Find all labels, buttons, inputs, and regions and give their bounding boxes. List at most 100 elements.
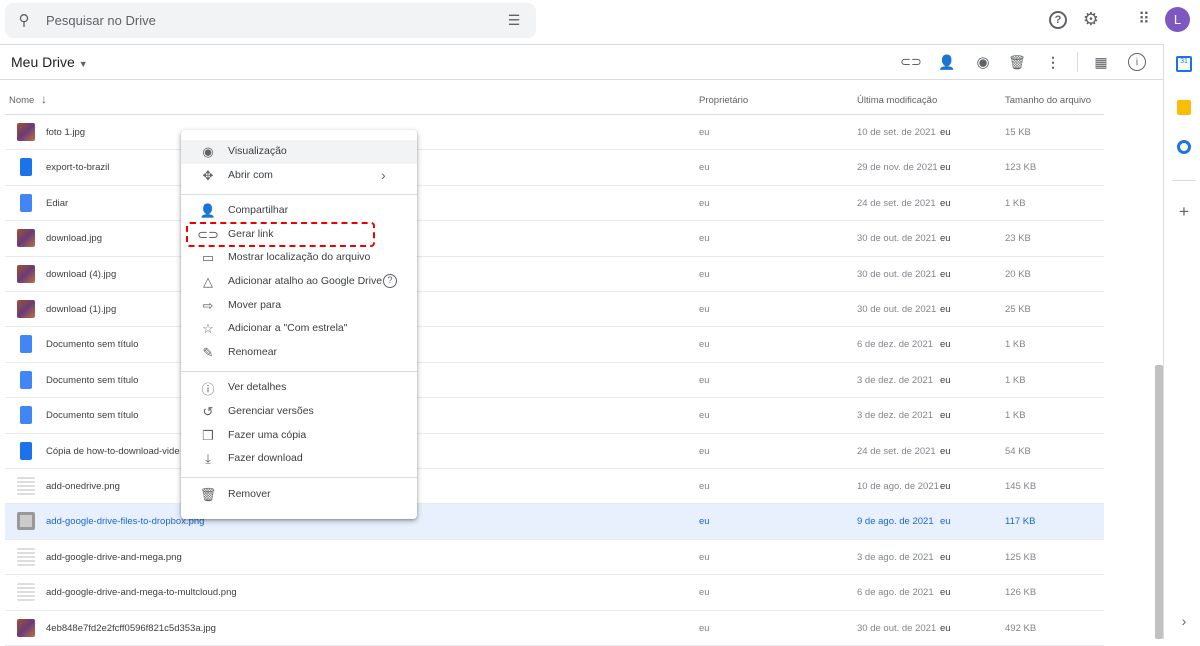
eye-icon: ◉ [202,144,214,159]
file-modified-by: eu [940,268,951,280]
more-vert-icon[interactable]: ⋮ [1044,53,1062,71]
image-thumbnail-icon [17,512,35,531]
keep-icon[interactable] [1177,100,1191,115]
file-owner: eu [699,127,710,138]
menu-item-add-person[interactable]: 👤 Compartilhar [181,199,417,223]
file-size: 15 KB [1005,127,1031,138]
column-header-size[interactable]: Tamanho do arquivo [1005,95,1091,106]
file-name: Documento sem título [46,339,139,351]
column-header-name[interactable]: Nome [9,95,34,106]
menu-divider [181,371,417,372]
file-row[interactable]: add-google-drive-and-mega-to-multcloud.p… [5,575,1104,611]
file-modified: 24 de set. de 2021 [857,445,936,457]
settings-icon[interactable]: ⚙ [1081,9,1101,29]
file-modified-by: eu [940,516,951,528]
grid-view-icon[interactable]: ▦ [1092,53,1110,71]
divider [0,44,1163,45]
image-thumbnail-icon [17,229,35,248]
file-row[interactable]: Cópia de how-to-download-vide eu 24 de s… [5,434,1104,469]
menu-item-history[interactable]: ↺ Gerenciar versões [181,400,417,424]
menu-item-folder[interactable]: ▭ Mostrar localização do arquivo [181,246,417,270]
file-size: 25 KB [1005,304,1031,315]
file-modified-by: eu [940,339,951,351]
menu-item-download[interactable]: ⤓ Fazer download [181,447,417,471]
menu-item-move-arrows[interactable]: ✥ Abrir com › [181,164,417,188]
file-row[interactable]: download (4).jpg eu 30 de out. de 2021 e… [5,257,1104,292]
menu-item-label: Adicionar atalho ao Google Drive [228,275,383,287]
menu-item-pencil[interactable]: ✎ Renomear [181,341,417,365]
scrollbar[interactable] [1155,365,1163,639]
info-icon[interactable]: i [1128,53,1146,71]
file-modified-by: eu [940,374,951,386]
file-row[interactable]: add-google-drive-files-to-dropbox.png eu… [5,504,1104,540]
preview-icon[interactable]: ◉ [974,53,992,71]
file-row[interactable]: Documento sem título eu 3 de dez. de 202… [5,398,1104,434]
file-owner: eu [699,339,710,351]
menu-item-label: Compartilhar [228,204,289,216]
trash-icon[interactable]: 🗑 [1008,53,1026,71]
menu-item-label: Remover [228,488,271,500]
file-modified-by: eu [940,127,951,138]
file-owner: eu [699,233,710,245]
file-modified: 30 de out. de 2021 [857,622,937,634]
search-input[interactable]: Pesquisar no Drive [46,13,156,28]
file-row[interactable]: Ediar eu 24 de set. de 2021 eu 1 KB [5,186,1104,222]
file-row[interactable]: download (1).jpg eu 30 de out. de 2021 e… [5,292,1104,328]
tasks-icon[interactable] [1177,140,1191,154]
file-row[interactable]: export-to-brazil eu 29 de nov. de 2021 e… [5,150,1104,186]
menu-item-trash[interactable]: 🗑 Remover [181,483,417,507]
file-modified: 10 de set. de 2021 [857,127,936,138]
file-row[interactable]: add-google-drive-and-mega.png eu 3 de ag… [5,540,1104,576]
file-row[interactable]: Documento sem título eu 6 de dez. de 202… [5,327,1104,363]
menu-item-eye[interactable]: ◉ Visualização [181,140,417,164]
my-drive-dropdown[interactable]: Meu Drive ▼ [11,54,88,70]
share-icon[interactable]: 👤 [938,53,956,71]
file-modified: 30 de out. de 2021 [857,233,937,245]
add-addon-icon[interactable]: + [1175,202,1193,221]
chevron-right-icon[interactable]: › [1175,612,1193,630]
file-row[interactable]: download.jpg eu 30 de out. de 2021 eu 23… [5,221,1104,257]
image-thumbnail-icon [17,123,35,141]
avatar[interactable]: L [1165,7,1190,32]
search-bar[interactable]: ⚲ Pesquisar no Drive ☰ [5,3,536,38]
file-name: download.jpg [46,233,102,245]
file-row[interactable]: add-onedrive.png eu 10 de ago. de 2021 e… [5,469,1104,505]
sort-arrow-down-icon[interactable]: ↓ [41,92,47,106]
menu-item-info[interactable]: ⓘ Ver detalhes [181,376,417,400]
help-icon[interactable]: ? [383,274,397,288]
menu-item-drive-shortcut[interactable]: △ Adicionar atalho ao Google Drive? [181,270,417,294]
file-size: 54 KB [1005,445,1031,457]
apps-grid-icon[interactable]: ⠿ [1134,9,1154,29]
doc-icon [20,370,32,389]
file-size: 1 KB [1005,197,1026,209]
menu-item-move-folder[interactable]: ⇨ Mover para [181,294,417,318]
doc-icon [20,193,32,212]
search-options-icon[interactable]: ☰ [505,11,523,29]
star-icon: ☆ [202,321,214,336]
file-name: Ediar [46,197,69,209]
calendar-icon[interactable]: 31 [1176,56,1192,72]
file-modified: 9 de ago. de 2021 [857,516,934,528]
menu-item-star[interactable]: ☆ Adicionar a "Com estrela" [181,317,417,341]
move-folder-icon: ⇨ [202,298,214,313]
file-row[interactable]: foto 1.jpg eu 10 de set. de 2021 eu 15 K… [5,115,1104,151]
file-row[interactable]: Documento sem título eu 3 de dez. de 202… [5,363,1104,399]
file-modified: 24 de set. de 2021 [857,197,936,209]
file-name: add-onedrive.png [46,481,120,492]
file-name: Documento sem título [46,410,139,422]
help-icon[interactable]: ? [1049,11,1067,29]
file-size: 1 KB [1005,410,1026,422]
add-person-icon: 👤 [199,203,217,218]
column-header-modified[interactable]: Última modificação [857,95,937,106]
search-icon[interactable]: ⚲ [15,11,33,29]
file-size: 145 KB [1005,481,1037,492]
file-modified-by: eu [940,622,951,634]
file-row[interactable]: 4eb848e7fd2e2fcff0596f821c5d353a.jpg eu … [5,611,1104,646]
image-thumbnail-icon [17,618,35,637]
file-owner: eu [699,304,710,315]
file-name: Documento sem título [46,374,139,386]
menu-item-copy[interactable]: ❐ Fazer uma cópia [181,424,417,448]
link-icon[interactable]: ⊂⊃ [900,53,922,71]
column-header-owner[interactable]: Proprietário [699,95,748,106]
file-modified: 10 de ago. de 2021 [857,481,939,492]
